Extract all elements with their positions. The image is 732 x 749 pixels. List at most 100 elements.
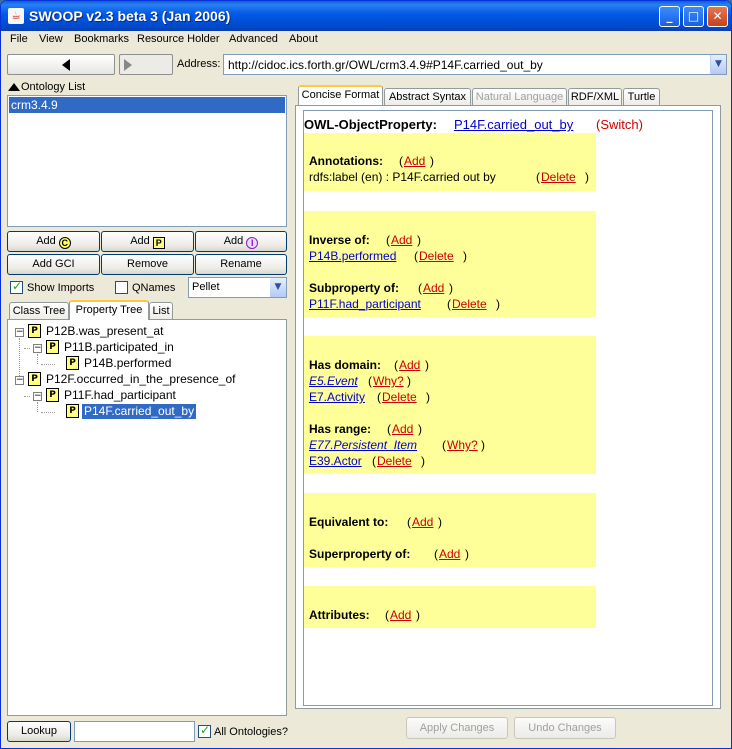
reasoner-value: Pellet: [192, 281, 220, 293]
paren-close: ): [407, 374, 411, 388]
entity-view-frame: OWL-ObjectProperty: P14F.carried_out_by …: [295, 105, 721, 709]
tree-collapse-toggle[interactable]: −: [33, 344, 42, 353]
arrow-right-icon: [124, 59, 132, 71]
subproperty-of-label: Subproperty of:: [309, 281, 399, 295]
all-ontologies-checkbox[interactable]: [198, 723, 211, 738]
reasoner-select[interactable]: Pellet ▼: [188, 277, 287, 298]
paren-open: (: [385, 608, 389, 622]
back-button[interactable]: [7, 54, 115, 75]
add-equivalent-link[interactable]: Add: [412, 515, 433, 529]
tree-collapse-toggle[interactable]: −: [15, 376, 24, 385]
menu-file[interactable]: File: [10, 33, 28, 45]
ontology-list-header[interactable]: Ontology List: [7, 80, 287, 95]
tree-node[interactable]: P P11B.participated_in: [46, 340, 176, 356]
range-value-link[interactable]: E39.Actor: [309, 454, 362, 468]
chevron-down-icon[interactable]: ▼: [710, 55, 726, 74]
tree-node[interactable]: P P12F.occurred_in_the_presence_of: [28, 372, 237, 388]
delete-annotation-link[interactable]: Delete: [541, 170, 576, 184]
add-gci-button[interactable]: Add GCI: [7, 254, 100, 275]
close-button[interactable]: ✕: [707, 6, 728, 27]
forward-button[interactable]: [119, 54, 173, 75]
delete-domain-link[interactable]: Delete: [382, 390, 417, 404]
menu-about[interactable]: About: [289, 33, 318, 45]
address-field[interactable]: http://cidoc.ics.forth.gr/OWL/crm3.4.9#P…: [223, 54, 727, 75]
remove-button[interactable]: Remove: [101, 254, 194, 275]
add-domain-link[interactable]: Add: [399, 358, 420, 372]
why-domain-link[interactable]: Why?: [373, 374, 404, 388]
paren-open: (: [386, 233, 390, 247]
add-subproperty-link[interactable]: Add: [423, 281, 444, 295]
tree-node-selected[interactable]: P P14F.carried_out_by: [66, 404, 197, 420]
range-value-link[interactable]: E77.Persistent_Item: [309, 438, 417, 452]
apply-changes-button[interactable]: Apply Changes: [406, 717, 508, 739]
subproperty-of-value-link[interactable]: P11F.had_participant: [309, 297, 421, 311]
ontology-list-item[interactable]: crm3.4.9: [9, 97, 285, 113]
ontology-list[interactable]: crm3.4.9: [7, 95, 287, 227]
add-superproperty-link[interactable]: Add: [439, 547, 460, 561]
tab-rdf-xml[interactable]: RDF/XML: [568, 88, 622, 106]
arrow-left-icon: [62, 59, 70, 71]
show-imports-checkbox[interactable]: [10, 279, 23, 294]
add-class-label: Add: [36, 235, 56, 247]
superproperty-of-label: Superproperty of:: [309, 547, 411, 561]
add-annotation-link[interactable]: Add: [404, 154, 425, 168]
menu-resource-holder[interactable]: Resource Holder: [137, 33, 220, 45]
inverse-of-value-link[interactable]: P14B.performed: [309, 249, 396, 263]
paren-open: (: [407, 515, 411, 529]
delete-inverse-link[interactable]: Delete: [419, 249, 454, 263]
entity-name-link[interactable]: P14F.carried_out_by: [454, 117, 573, 132]
tree-node[interactable]: P P12B.was_present_at: [28, 324, 165, 340]
entity-kind: OWL-ObjectProperty:: [304, 117, 437, 132]
maximize-button[interactable]: □: [683, 6, 704, 27]
add-class-button[interactable]: Add C: [7, 231, 100, 252]
tree-node-label: P12F.occurred_in_the_presence_of: [46, 372, 236, 386]
rename-button[interactable]: Rename: [195, 254, 287, 275]
add-property-button[interactable]: Add P: [101, 231, 194, 252]
all-ontologies-label: All Ontologies?: [214, 726, 288, 738]
title-bar[interactable]: ☕ SWOOP v2.3 beta 3 (Jan 2006) _ □ ✕: [1, 1, 731, 31]
tree-node-label: P11F.had_participant: [64, 388, 176, 402]
tree-collapse-toggle[interactable]: −: [15, 328, 24, 337]
tab-turtle[interactable]: Turtle: [623, 88, 660, 106]
menu-bookmarks[interactable]: Bookmarks: [74, 33, 129, 45]
annotations-label: Annotations:: [309, 154, 383, 168]
equivalent-to-label: Equivalent to:: [309, 515, 389, 529]
tab-property-tree[interactable]: Property Tree: [69, 300, 149, 320]
paren-close: ): [430, 154, 434, 168]
annotation-value: rdfs:label (en) : P14F.carried out by: [309, 170, 496, 184]
menu-advanced[interactable]: Advanced: [229, 33, 278, 45]
add-range-link[interactable]: Add: [392, 422, 413, 436]
tree-node[interactable]: P P11F.had_participant: [46, 388, 178, 404]
undo-changes-button[interactable]: Undo Changes: [514, 717, 616, 739]
has-range-label: Has range:: [309, 422, 372, 436]
tab-abstract-syntax[interactable]: Abstract Syntax: [384, 88, 471, 106]
delete-range-link[interactable]: Delete: [377, 454, 412, 468]
delete-subproperty-link[interactable]: Delete: [452, 297, 487, 311]
why-range-link[interactable]: Why?: [447, 438, 478, 452]
tree-node[interactable]: P P14B.performed: [66, 356, 173, 372]
qnames-label: QNames: [132, 282, 176, 294]
add-individual-label: Add: [223, 235, 244, 247]
show-imports-label: Show Imports: [27, 282, 95, 294]
lookup-button[interactable]: Lookup: [7, 721, 71, 742]
property-tree[interactable]: − P P12B.was_present_at − P P11B.participa…: [7, 319, 287, 716]
switch-link[interactable]: (Switch): [596, 117, 643, 132]
tree-collapse-toggle[interactable]: −: [33, 392, 42, 401]
property-p-icon: P: [66, 404, 79, 418]
entity-content[interactable]: OWL-ObjectProperty: P14F.carried_out_by …: [303, 110, 713, 706]
add-individual-button[interactable]: Add I: [195, 231, 287, 252]
tab-list[interactable]: List: [149, 302, 173, 320]
collapse-triangle-icon[interactable]: [8, 83, 20, 91]
add-inverse-link[interactable]: Add: [391, 233, 412, 247]
add-attribute-link[interactable]: Add: [390, 608, 411, 622]
paren-close: ): [496, 297, 500, 311]
tab-concise-format[interactable]: Concise Format: [298, 85, 383, 105]
menu-view[interactable]: View: [39, 33, 63, 45]
domain-value-link[interactable]: E5.Event: [309, 374, 358, 388]
chevron-down-icon[interactable]: ▼: [270, 278, 286, 297]
domain-value-link[interactable]: E7.Activity: [309, 390, 365, 404]
minimize-button[interactable]: _: [659, 6, 680, 27]
qnames-checkbox[interactable]: [115, 281, 128, 294]
lookup-input[interactable]: [74, 721, 195, 742]
tab-class-tree[interactable]: Class Tree: [9, 302, 69, 320]
